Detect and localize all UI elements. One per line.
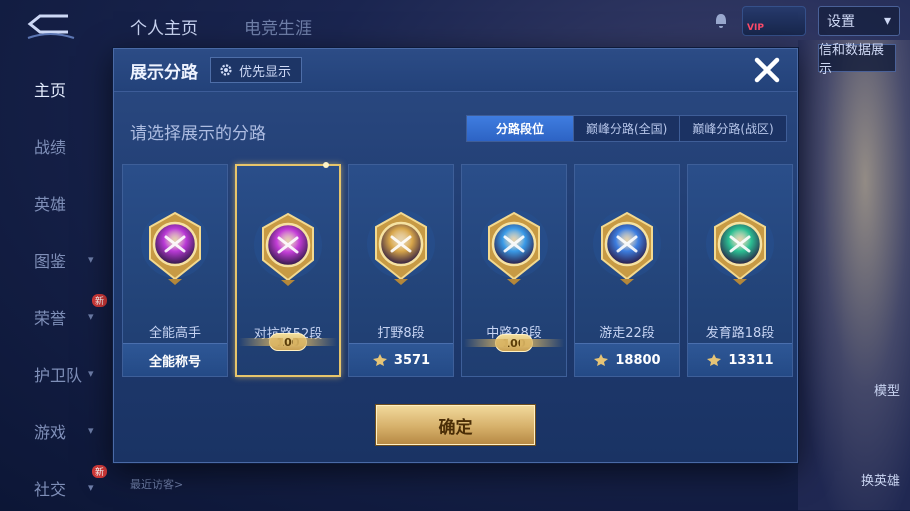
sidebar-item[interactable]: 社交 ▾ 新: [0, 459, 110, 511]
wing-left: [239, 338, 283, 346]
vip-label: VIP: [747, 23, 764, 33]
new-badge: 新: [92, 465, 108, 478]
sidebar-item[interactable]: 荣誉 ▾ 新: [0, 288, 110, 345]
sidebar-item[interactable]: 战绩: [0, 117, 110, 174]
data-display-button[interactable]: 信和数据展示: [818, 43, 896, 77]
settings-button[interactable]: 设置 ▾: [818, 6, 900, 36]
swap-hero-button[interactable]: 换英雄: [861, 470, 900, 489]
sidebar-item-label: 游戏: [34, 422, 67, 442]
score-value: 18800: [615, 352, 661, 368]
card-footer: 18800: [575, 343, 679, 376]
chevron-down-icon: ▾: [88, 481, 94, 494]
lane-card[interactable]: 游走22段 18800: [574, 164, 680, 377]
card-footer: 13311: [688, 343, 792, 376]
modal-subtitle: 请选择展示的分路: [130, 124, 266, 144]
tab-esports-career[interactable]: 电竞生涯: [244, 14, 312, 39]
confirm-button[interactable]: 确定: [376, 405, 535, 445]
rank-emblem-icon: [364, 207, 438, 287]
hero-preview-background: [798, 40, 910, 510]
title-label: 全能称号: [148, 354, 201, 370]
close-button[interactable]: [751, 55, 783, 85]
back-arrow-icon[interactable]: [24, 12, 76, 42]
sidebar-item-label: 荣誉: [34, 308, 67, 328]
lane-rank-label: 发育路18段: [705, 326, 775, 341]
sidebar-item[interactable]: 游戏 ▾: [0, 402, 110, 459]
model-button[interactable]: 模型: [874, 380, 900, 399]
lane-display-modal: 展示分路 优先显示 请选择展示的分路 分路段位 巅峰分路(全国) 巅峰分路(战区): [113, 48, 798, 463]
sidebar-item-label: 护卫队: [34, 365, 83, 385]
peak-badge: 100: [235, 329, 341, 355]
sidebar-item[interactable]: 主页: [0, 60, 110, 117]
lane-card[interactable]: 对抗路52段100: [235, 162, 341, 377]
card-footer: 全能称号: [123, 343, 227, 376]
sidebar-item-label: 图鉴: [34, 251, 67, 271]
lane-cards: 全能高手全能称号 对抗路52段100 打野8段 3571: [122, 162, 793, 377]
score-icon: [707, 354, 722, 366]
chevron-down-icon: ▾: [88, 253, 94, 266]
bell-icon[interactable]: [712, 12, 730, 30]
sidebar-item[interactable]: 护卫队 ▾: [0, 345, 110, 402]
gear-icon: [220, 64, 232, 76]
modal-title: 展示分路: [130, 62, 198, 83]
side-nav: 主页 战绩 英雄 图鉴 ▾ 荣誉 ▾ 新护卫队 ▾ 游戏 ▾ 社交 ▾ 新: [0, 60, 110, 511]
rank-emblem-icon: [703, 207, 777, 287]
lane-card[interactable]: 全能高手 全能称号: [122, 164, 228, 377]
wing-right: [293, 338, 337, 346]
new-badge: 新: [92, 294, 108, 307]
sidebar-item-label: 主页: [34, 80, 67, 100]
score-icon: [594, 354, 609, 366]
sidebar-item[interactable]: 图鉴 ▾: [0, 231, 110, 288]
segment-tab[interactable]: 分路段位: [467, 116, 573, 141]
score-value: 13311: [728, 352, 774, 368]
rank-emblem-icon: [590, 207, 664, 287]
lane-card[interactable]: 中路28段100: [461, 164, 567, 377]
score-value: 3571: [393, 352, 431, 368]
card-footer: 3571: [349, 343, 453, 376]
settings-label: 设置: [827, 14, 855, 30]
score-icon: [372, 354, 387, 366]
sidebar-item-label: 战绩: [34, 137, 67, 157]
lane-rank-label: 全能高手: [148, 326, 201, 341]
modal-header: 展示分路 优先显示: [114, 49, 797, 92]
rank-emblem-icon: [138, 207, 212, 287]
sidebar-item-label: 社交: [34, 479, 67, 499]
segment-control: 分路段位 巅峰分路(全国) 巅峰分路(战区): [466, 115, 787, 142]
lane-card[interactable]: 发育路18段 13311: [687, 164, 793, 377]
lane-rank-label: 打野8段: [377, 326, 425, 341]
lane-card[interactable]: 打野8段 3571: [348, 164, 454, 377]
vip-badge[interactable]: VIP: [742, 6, 806, 36]
rank-emblem-icon: [251, 208, 325, 288]
recent-visitors-link[interactable]: 最近访客>: [130, 476, 183, 492]
lane-rank-label: 游走22段: [599, 326, 655, 341]
segment-tab[interactable]: 巅峰分路(全国): [573, 116, 680, 141]
segment-tab[interactable]: 巅峰分路(战区): [679, 116, 786, 141]
priority-display-label: 优先显示: [239, 64, 292, 80]
sidebar-item[interactable]: 英雄: [0, 174, 110, 231]
chevron-down-icon: ▾: [88, 424, 94, 437]
wing-left: [464, 339, 508, 347]
chevron-down-icon: ▾: [88, 367, 94, 380]
priority-display-button[interactable]: 优先显示: [210, 57, 303, 83]
close-icon: [754, 57, 780, 83]
top-tabs: 个人主页 电竞生涯: [130, 14, 312, 39]
tab-profile[interactable]: 个人主页: [130, 14, 198, 39]
top-right-bar: VIP 设置 ▾: [712, 4, 910, 38]
wing-right: [520, 339, 564, 347]
sidebar-item-label: 英雄: [34, 194, 67, 214]
peak-badge: 100: [460, 330, 568, 356]
rank-emblem-icon: [477, 207, 551, 287]
chevron-down-icon: ▾: [883, 13, 891, 29]
chevron-down-icon: ▾: [88, 310, 94, 323]
